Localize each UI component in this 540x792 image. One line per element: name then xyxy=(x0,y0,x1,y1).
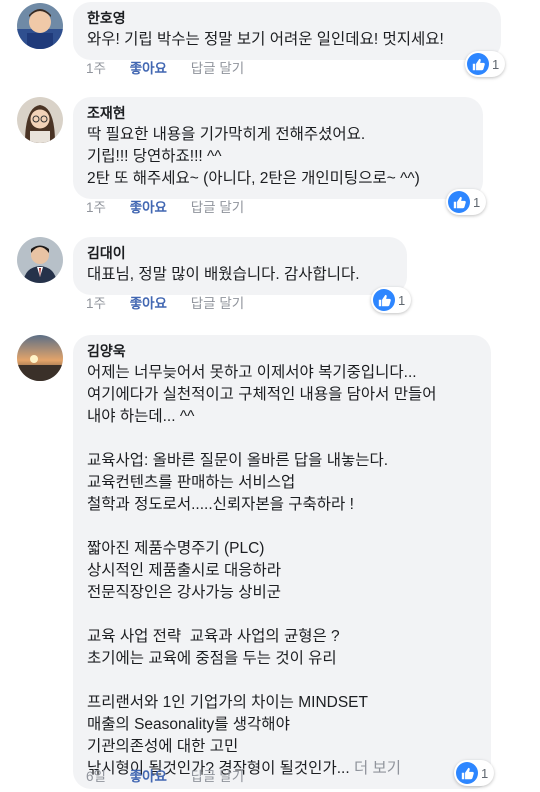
avatar[interactable] xyxy=(17,97,63,143)
like-reaction-icon xyxy=(456,762,478,784)
reaction-badge[interactable]: 1 xyxy=(446,189,487,215)
timestamp[interactable]: 1주 xyxy=(86,60,106,78)
comment-text-line: 여기에다가 실천적이고 구체적인 내용을 담아서 만들어 xyxy=(87,386,437,403)
see-more-link[interactable]: 더 보기 xyxy=(354,760,401,777)
like-button[interactable]: 좋아요 xyxy=(130,768,167,786)
reaction-count: 1 xyxy=(473,194,481,210)
comment-actions: 1주 좋아요 답글 달기 xyxy=(86,295,244,313)
comment-blank-line xyxy=(87,670,477,692)
author-name[interactable]: 한호영 xyxy=(87,9,487,27)
comment-text-line: 기립!!! 당연하죠!!! ^^ xyxy=(87,148,222,165)
avatar[interactable] xyxy=(17,3,63,49)
like-button[interactable]: 좋아요 xyxy=(130,60,167,78)
comment-bubble: 김양욱 어제는 너무늦어서 못하고 이제서야 복기중입니다... 여기에다가 실… xyxy=(73,335,491,789)
comment-actions: 6일 좋아요 답글 달기 xyxy=(86,768,244,786)
comment-text-line: 전문직장인은 강사가능 상비군 xyxy=(87,584,281,601)
comment-text-line: 상시적인 제품출시로 대응하라 xyxy=(87,562,281,579)
reply-button[interactable]: 답글 달기 xyxy=(191,60,244,78)
comment-blank-line xyxy=(87,516,477,538)
reaction-badge[interactable]: 1 xyxy=(465,51,506,77)
timestamp[interactable]: 6일 xyxy=(86,768,106,786)
comment-text-line: 교육컨텐츠를 판매하는 서비스업 xyxy=(87,474,296,491)
comment-bubble: 김대이 대표님, 정말 많이 배웠습니다. 감사합니다. xyxy=(73,237,407,295)
reaction-count: 1 xyxy=(492,56,500,72)
comment-actions: 1주 좋아요 답글 달기 xyxy=(86,199,244,217)
comment-text-line: 매출의 Seasonality를 생각해야 xyxy=(87,716,290,733)
like-reaction-icon xyxy=(448,191,470,213)
reaction-badge[interactable]: 1 xyxy=(454,760,495,786)
comment-text-line: 2탄 또 해주세요~ (아니다, 2탄은 개인미팅으로~ ^^) xyxy=(87,170,420,187)
avatar-photo-icon xyxy=(17,3,63,49)
avatar-photo-icon xyxy=(17,237,63,283)
comment-text-line: 교육 사업 전략 교육과 사업의 균형은 ? xyxy=(87,628,340,645)
reaction-count: 1 xyxy=(398,292,406,308)
comment-text-line: 딱 필요한 내용을 기가막히게 전해주셨어요. xyxy=(87,126,366,143)
comment-text-line: 기관의존성에 대한 고민 xyxy=(87,738,239,755)
comment-text-line: 어제는 너무늦어서 못하고 이제서야 복기중입니다... xyxy=(87,364,417,381)
author-name[interactable]: 김대이 xyxy=(87,244,393,262)
comment-text-line: 교육사업: 올바른 질문이 올바른 답을 내놓는다. xyxy=(87,452,389,469)
comment-bubble: 한호영 와우! 기립 박수는 정말 보기 어려운 일인데요! 멋지세요! xyxy=(73,2,501,60)
comment-text-line: 초기에는 교육에 중점을 두는 것이 유리 xyxy=(87,650,337,667)
avatar[interactable] xyxy=(17,237,63,283)
avatar[interactable] xyxy=(17,335,63,381)
author-name[interactable]: 조재현 xyxy=(87,104,469,122)
avatar-photo-icon xyxy=(17,97,63,143)
reply-button[interactable]: 답글 달기 xyxy=(191,199,244,217)
like-button[interactable]: 좋아요 xyxy=(130,295,167,313)
comment-blank-line xyxy=(87,604,477,626)
like-button[interactable]: 좋아요 xyxy=(130,199,167,217)
reaction-badge[interactable]: 1 xyxy=(371,287,412,313)
author-name[interactable]: 김양욱 xyxy=(87,342,477,360)
like-reaction-icon xyxy=(373,289,395,311)
comment-text-line: 프리랜서와 1인 기업가의 차이는 MINDSET xyxy=(87,694,368,711)
reply-button[interactable]: 답글 달기 xyxy=(191,295,244,313)
timestamp[interactable]: 1주 xyxy=(86,199,106,217)
avatar-photo-icon xyxy=(17,335,63,381)
comment-text: 와우! 기립 박수는 정말 보기 어려운 일인데요! 멋지세요! xyxy=(87,31,444,48)
comment-actions: 1주 좋아요 답글 달기 xyxy=(86,60,244,78)
comment-text: 대표님, 정말 많이 배웠습니다. 감사합니다. xyxy=(87,266,360,283)
comment-text-line: 내야 하는데... ^^ xyxy=(87,408,195,425)
like-reaction-icon xyxy=(467,53,489,75)
reaction-count: 1 xyxy=(481,765,489,781)
reply-button[interactable]: 답글 달기 xyxy=(191,768,244,786)
timestamp[interactable]: 1주 xyxy=(86,295,106,313)
comment-bubble: 조재현 딱 필요한 내용을 기가막히게 전해주셨어요. 기립!!! 당연하죠!!… xyxy=(73,97,483,199)
comment-blank-line xyxy=(87,428,477,450)
comment-text-line: 철학과 정도로서.....신뢰자본을 구축하라 ! xyxy=(87,496,354,513)
comment-text-line: 짧아진 제품수명주기 (PLC) xyxy=(87,540,265,557)
